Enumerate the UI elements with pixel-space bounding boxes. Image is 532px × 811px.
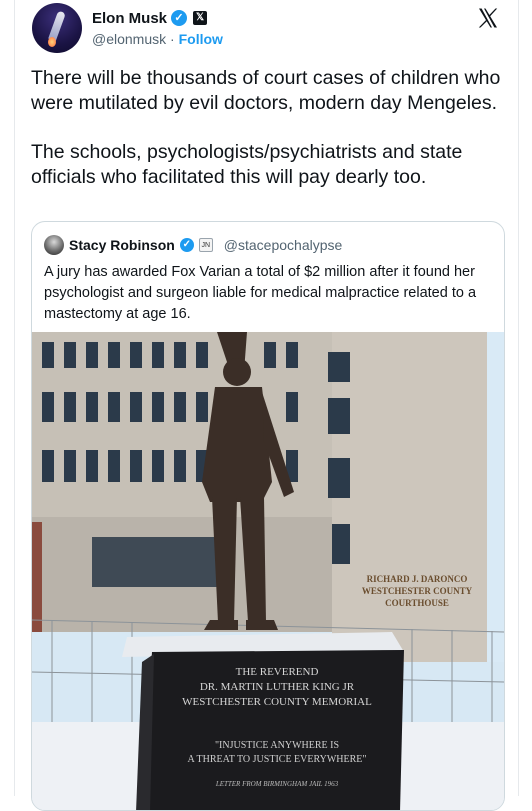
verified-badge-icon: ✓ [171,10,188,26]
memorial-line: THE REVEREND [236,666,319,678]
tweet-paragraph: There will be thousands of court cases o… [31,67,501,114]
quote-line: "INJUSTICE ANYWHERE IS [215,740,339,751]
quoted-author-name[interactable]: Stacy Robinson [69,237,175,253]
verified-badge-icon: ✓ [179,238,194,252]
flame-icon [48,37,56,47]
quote-line: A THREAT TO JUSTICE EVERYWHERE" [188,754,367,765]
quoted-tweet-image[interactable]: RICHARD J. DARONCO WESTCHESTER COUNTY CO… [32,332,505,811]
tweet-card: Elon Musk ✓ 𝕏 @elonmusk · Follow There w… [14,0,519,811]
affiliation-badge-icon: 𝕏 [193,11,208,25]
quoted-tweet-header: Stacy Robinson ✓ JN @stacepochalypse [44,234,342,256]
quoted-tweet[interactable]: Stacy Robinson ✓ JN @stacepochalypse A j… [31,221,505,811]
citation-line: LETTER FROM BIRMINGHAM JAIL 1963 [215,780,339,788]
author-handle[interactable]: @elonmusk [92,31,166,47]
entrance-glass [92,537,222,587]
memorial-line: WESTCHESTER COUNTY MEMORIAL [182,696,372,708]
quoted-tweet-text: A jury has awarded Fox Varian a total of… [44,264,477,322]
author-name-row: Elon Musk ✓ 𝕏 [92,8,208,28]
author-name[interactable]: Elon Musk [92,10,167,27]
quoted-author-handle[interactable]: @stacepochalypse [224,237,343,253]
tweet-paragraph: The schools, psychologists/psychiatrists… [31,141,463,188]
red-wall [32,522,42,632]
quoted-avatar[interactable] [44,235,64,255]
author-handle-row: @elonmusk · Follow [92,31,223,47]
affiliation-badge-icon: JN [198,238,213,252]
separator: · [170,31,175,47]
memorial-line: DR. MARTIN LUTHER KING JR [200,681,355,693]
tweet-text: There will be thousands of court cases o… [31,66,501,214]
building-sign-line: WESTCHESTER COUNTY [362,586,473,596]
building-sign-line: COURTHOUSE [385,598,449,608]
building-sign-line: RICHARD J. DARONCO [367,574,468,584]
building-right [332,332,504,662]
x-logo-icon[interactable] [476,6,500,30]
sky-gap [487,332,504,662]
avatar[interactable] [32,3,82,53]
follow-button[interactable]: Follow [179,31,223,47]
